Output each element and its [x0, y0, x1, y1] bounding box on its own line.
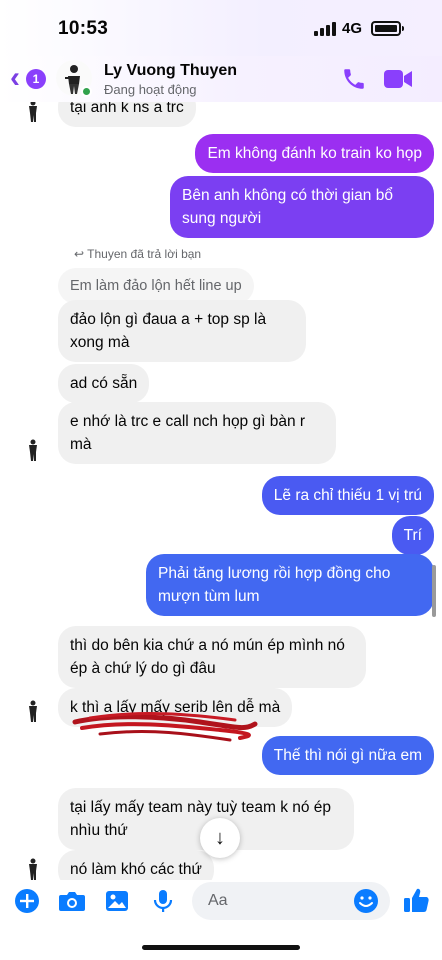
- message-bubble-outgoing[interactable]: Thế thì nói gì nữa em: [261, 736, 434, 775]
- camera-icon[interactable]: [58, 888, 86, 914]
- sender-avatar: [29, 439, 37, 461]
- plus-icon[interactable]: [14, 888, 40, 914]
- contact-status: Đang hoạt động: [104, 82, 197, 97]
- image-icon[interactable]: [104, 888, 130, 914]
- message-bubble-outgoing[interactable]: Trí: [391, 516, 434, 555]
- signal-icon: [314, 22, 338, 36]
- message-bubble-outgoing[interactable]: Bên anh không có thời gian bổ sung người: [170, 176, 434, 238]
- phone-icon[interactable]: [341, 66, 367, 92]
- unread-badge[interactable]: 1: [26, 69, 46, 89]
- reply-arrow-icon: ↩: [74, 247, 88, 261]
- message-bubble-incoming[interactable]: tại anh k ns a trc: [58, 102, 196, 127]
- message-bubble-incoming[interactable]: thì do bên kia chứ a nó mún ép mình nó é…: [58, 626, 366, 688]
- message-bubble-outgoing[interactable]: Em không đánh ko train ko họp: [195, 134, 434, 173]
- message-bubble-incoming[interactable]: nó làm khó các thứ: [58, 850, 214, 880]
- video-camera-icon[interactable]: [383, 68, 413, 90]
- microphone-icon[interactable]: [150, 888, 176, 914]
- status-bar: 10:53 4G: [0, 0, 442, 56]
- online-indicator: [81, 86, 92, 97]
- message-bubble-incoming[interactable]: ad có sẵn: [58, 364, 150, 403]
- sender-avatar: [29, 858, 37, 880]
- message-bubble-incoming[interactable]: e nhớ là trc e call nch họp gì bàn r mà: [58, 402, 336, 464]
- home-indicator[interactable]: [142, 945, 300, 950]
- message-bubble-outgoing[interactable]: Phải tăng lương rồi hợp đồng cho mượn tù…: [146, 554, 434, 616]
- battery-icon: [371, 21, 404, 36]
- message-list[interactable]: tại anh k ns a trc Em không đánh ko trai…: [0, 102, 442, 880]
- sender-avatar: [29, 102, 37, 122]
- message-bubble-outgoing[interactable]: Lẽ ra chỉ thiếu 1 vị trú: [261, 476, 434, 515]
- network-type: 4G: [342, 20, 363, 37]
- chat-header: ‹ 1 Ly Vuong Thuyen Đang hoạt động: [0, 56, 442, 102]
- thumbs-up-icon[interactable]: [402, 886, 430, 914]
- reply-indicator: ↩ Thuyen đã trả lời bạn: [74, 247, 202, 261]
- contact-name[interactable]: Ly Vuong Thuyen: [104, 62, 237, 80]
- quoted-message[interactable]: Em làm đảo lộn hết line up: [58, 268, 254, 304]
- status-time: 10:53: [58, 18, 109, 39]
- arrow-down-icon: ↓: [215, 827, 225, 849]
- redaction-scribble: [72, 712, 258, 742]
- sender-avatar: [29, 700, 37, 722]
- emoji-icon[interactable]: [353, 888, 379, 914]
- scrollbar[interactable]: [432, 565, 436, 617]
- message-bubble-incoming[interactable]: đảo lộn gì đaua a + top sp là xong mà: [58, 300, 306, 362]
- scroll-down-button[interactable]: ↓: [200, 818, 240, 858]
